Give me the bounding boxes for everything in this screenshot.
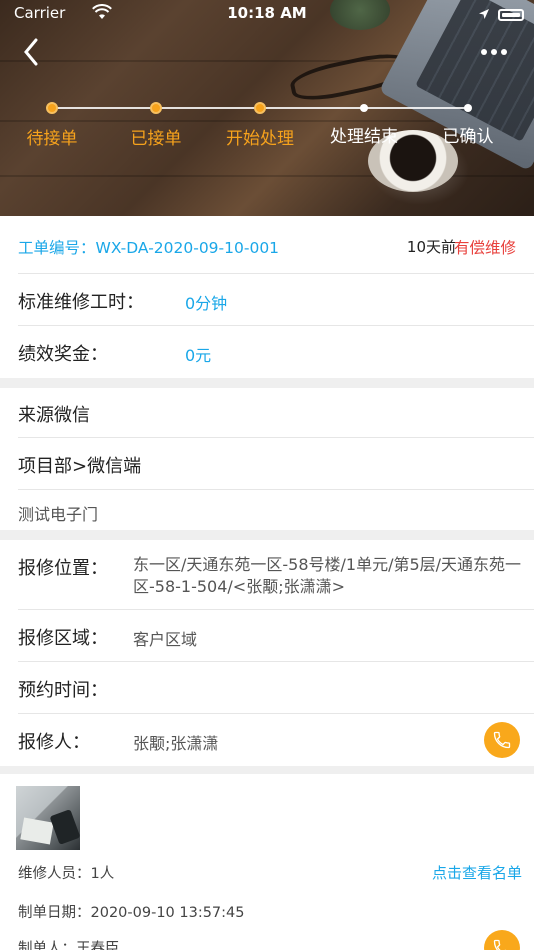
- step-label: 待接单: [26, 129, 78, 149]
- area-value: 客户区域: [133, 630, 198, 649]
- bonus-label: 绩效奖金：: [18, 344, 108, 365]
- source-dept-row: 项目部>微信端: [18, 438, 534, 490]
- call-reporter-button[interactable]: [484, 722, 520, 758]
- reporter-label: 报修人：: [18, 732, 90, 753]
- phone-icon: [493, 731, 511, 749]
- step-label: 已接单: [130, 129, 182, 149]
- source-dept: 项目部>微信端: [18, 456, 142, 477]
- battery-icon: [498, 9, 524, 21]
- area-label: 报修区域：: [18, 628, 108, 649]
- header-banner: Carrier 10:18 AM 待接单 已接单 开始处理 处理结束 已确认: [0, 0, 534, 216]
- step-4: 处理结束: [312, 100, 416, 147]
- step-dot: [46, 102, 58, 114]
- reporter-row: 报修人： 张颙;张潇潇: [18, 714, 534, 766]
- more-dots-icon: [481, 49, 507, 55]
- std-time-label: 标准维修工时：: [18, 292, 144, 313]
- step-dot: [464, 104, 472, 112]
- source-channel-row: 来源微信: [18, 388, 534, 438]
- step-label: 开始处理: [226, 129, 294, 149]
- step-label: 处理结束: [330, 127, 398, 147]
- location-label: 报修位置：: [18, 558, 108, 579]
- location-arrow-icon: [478, 6, 490, 24]
- phone-icon: [493, 939, 507, 950]
- created-date: 制单日期：2020-09-10 13:57:45: [18, 905, 245, 921]
- footer-section: 维修人员：1人 点击查看名单 制单日期：2020-09-10 13:57:45 …: [0, 774, 534, 950]
- fault-description: 测试电子门: [18, 505, 99, 524]
- clock-label: 10:18 AM: [227, 4, 307, 22]
- attachment-thumbnail[interactable]: [16, 786, 80, 850]
- location-value: 东一区/天通东苑一区-58号楼/1单元/第5层/天通东苑一区-58-1-504/…: [133, 555, 522, 596]
- step-dot: [360, 104, 368, 112]
- source-section: 来源微信 项目部>微信端 测试电子门: [0, 388, 534, 530]
- step-3: 开始处理: [208, 100, 312, 149]
- step-dot: [150, 102, 162, 114]
- creator: 制单人：王春臣: [18, 941, 120, 950]
- order-info-section: 工单编号：WX-DA-2020-09-10-001 10天前 有偿维修 标准维修…: [0, 216, 534, 378]
- reporter-value: 张颙;张潇潇: [133, 734, 219, 753]
- bonus-row: 绩效奖金： 0元: [18, 326, 534, 378]
- step-2: 已接单: [104, 100, 208, 149]
- order-number: 工单编号：WX-DA-2020-09-10-001: [18, 239, 280, 257]
- appointment-label: 预约时间：: [18, 680, 108, 701]
- bonus-value: 0元: [185, 346, 212, 365]
- chevron-left-icon: [24, 38, 38, 66]
- repair-type-badge: 有偿维修: [453, 239, 516, 257]
- std-time-value: 0分钟: [185, 294, 228, 313]
- location-row: 报修位置： 东一区/天通东苑一区-58号楼/1单元/第5层/天通东苑一区-58-…: [18, 540, 534, 610]
- order-age: 10天前: [406, 238, 456, 256]
- step-label: 已确认: [442, 127, 494, 147]
- staff-count: 维修人员：1人: [18, 866, 115, 882]
- step-1: 待接单: [0, 100, 104, 149]
- call-creator-button[interactable]: [484, 930, 520, 950]
- appointment-row: 预约时间：: [18, 662, 534, 714]
- view-staff-list-link[interactable]: 点击查看名单: [432, 862, 522, 883]
- more-button[interactable]: [476, 40, 512, 64]
- progress-steps: 待接单 已接单 开始处理 处理结束 已确认: [0, 100, 534, 160]
- back-button[interactable]: [14, 34, 50, 70]
- repair-details-section: 报修位置： 东一区/天通东苑一区-58号楼/1单元/第5层/天通东苑一区-58-…: [0, 540, 534, 766]
- area-row: 报修区域： 客户区域: [18, 610, 534, 662]
- std-time-row: 标准维修工时： 0分钟: [18, 274, 534, 326]
- order-number-row: 工单编号：WX-DA-2020-09-10-001 10天前 有偿维修: [18, 216, 534, 274]
- source-desc-row: 测试电子门: [18, 490, 534, 530]
- status-bar: Carrier 10:18 AM: [0, 0, 534, 28]
- source-channel: 来源微信: [18, 405, 90, 426]
- step-5: 已确认: [416, 100, 520, 147]
- step-dot: [254, 102, 266, 114]
